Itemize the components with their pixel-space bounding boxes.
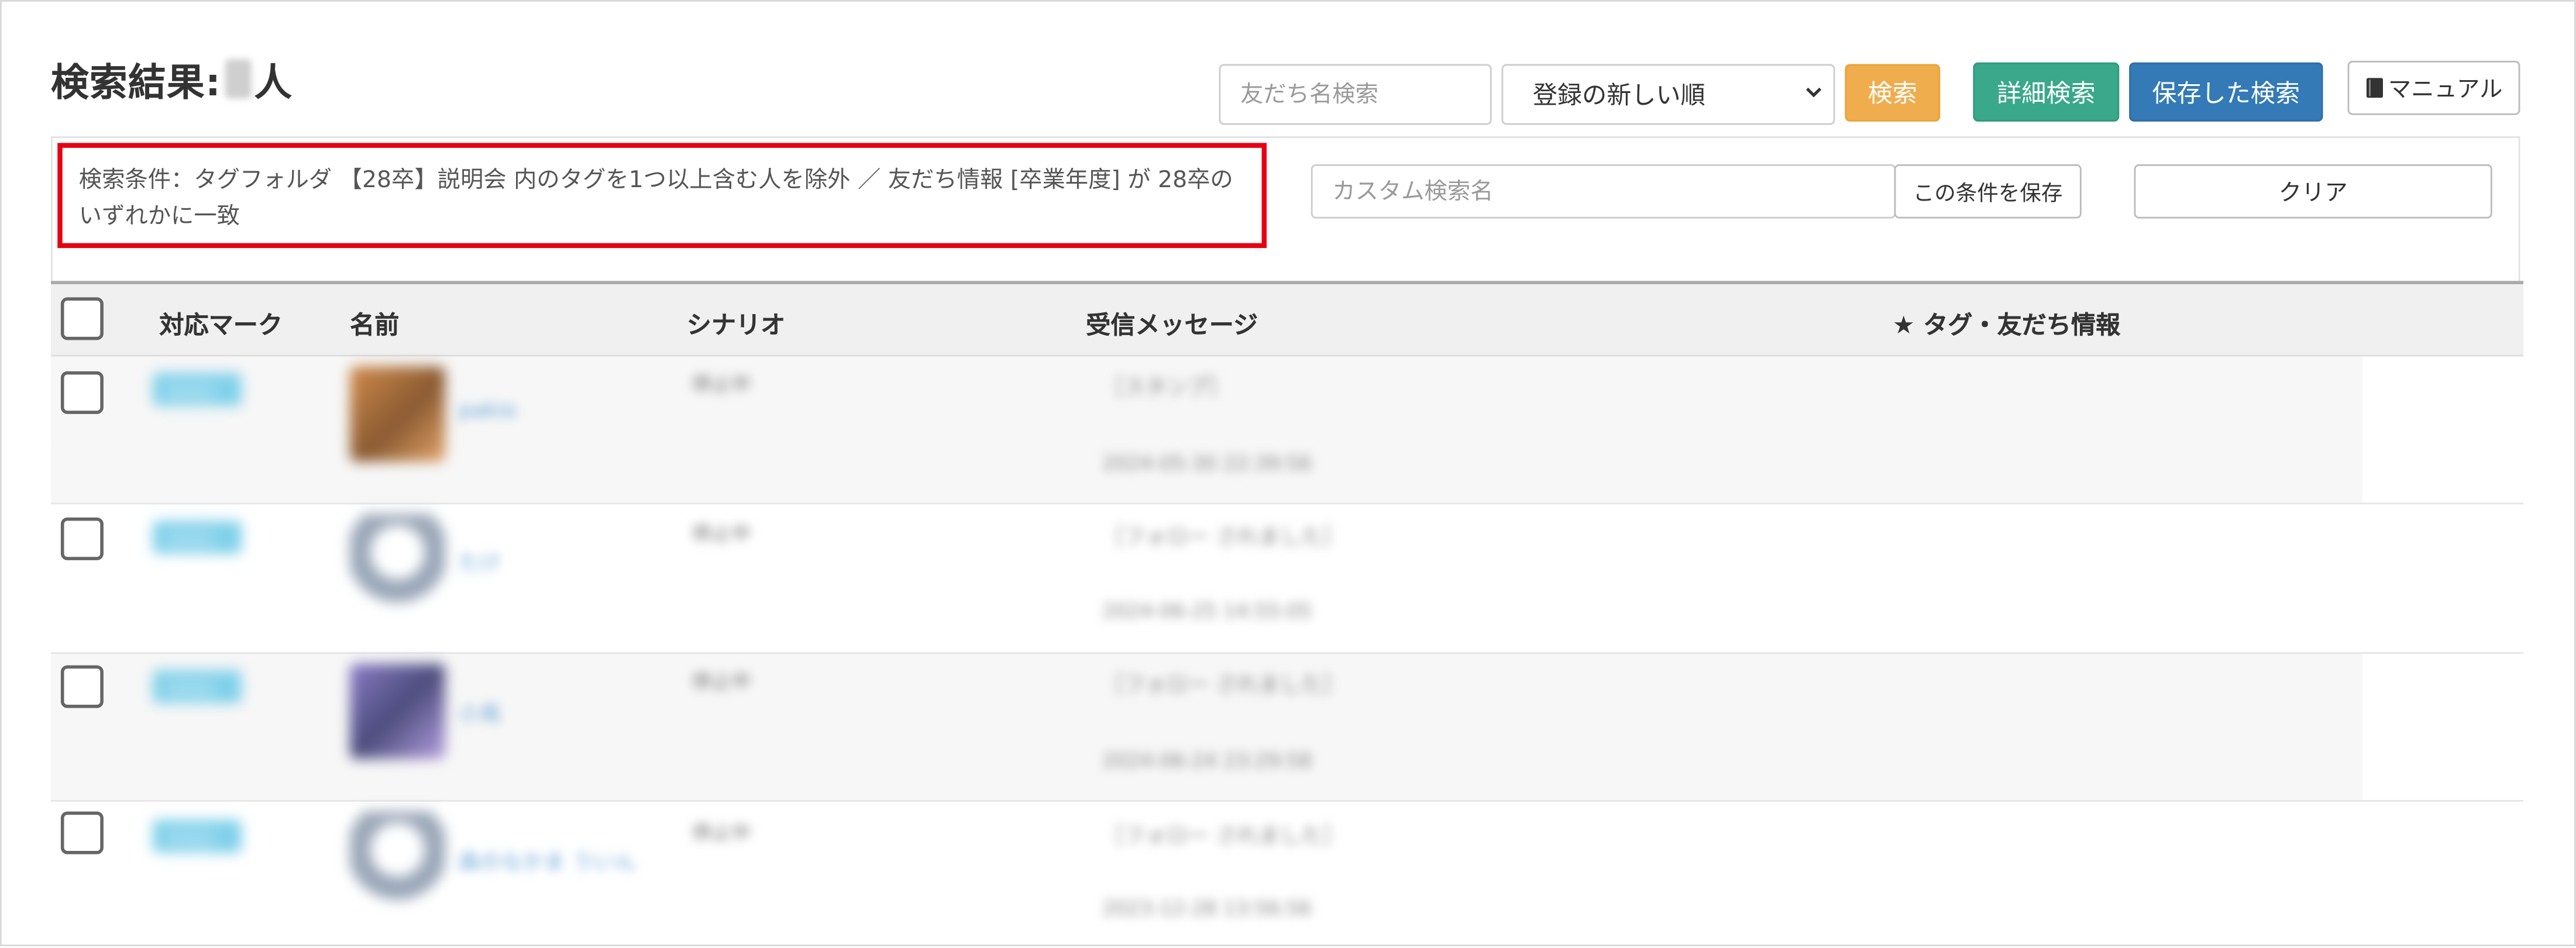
received-message: ［フォロー されました］ bbox=[1102, 673, 1344, 698]
message-timestamp: 2024-06-25 14:55:05 bbox=[1102, 599, 1312, 623]
status-badge[interactable]: 未対応 bbox=[153, 819, 242, 853]
save-condition-button[interactable]: この条件を保存 bbox=[1894, 164, 2082, 219]
table-row[interactable]: 未対応 森のなかま ういん 停止中 ［フォロー されました］ 2023-12-2… bbox=[51, 802, 2523, 948]
message-timestamp: 2024-05-30 22:39:56 bbox=[1102, 451, 1312, 475]
status-badge-label: 未対応 bbox=[166, 532, 215, 551]
avatar bbox=[350, 514, 445, 610]
friend-name-link[interactable]: 森のなかま ういん bbox=[458, 844, 636, 875]
scenario-status: 停止中 bbox=[692, 821, 751, 844]
friend-name-link[interactable]: たけ bbox=[458, 546, 501, 577]
scenario-status: 停止中 bbox=[692, 522, 751, 546]
table-row[interactable]: 未対応 小鳥 停止中 ［フォロー されました］ 2024-06-24 23:29… bbox=[51, 653, 2524, 802]
title-prefix: 検索結果: bbox=[51, 62, 222, 105]
avatar bbox=[350, 366, 445, 462]
saved-search-button[interactable]: 保存した検索 bbox=[2129, 62, 2323, 122]
status-badge-label: 未対応 bbox=[166, 681, 215, 700]
search-condition-highlight: 検索条件：タグフォルダ 【28卒】説明会 内のタグを1つ以上含む人を除外 ／ 友… bbox=[57, 143, 1267, 249]
table-row[interactable]: 未対応 pakio 停止中 ［スタンプ］ 2024-05-30 22:39:56 bbox=[51, 356, 2524, 505]
column-header-tags: ★ タグ・友だち情報 bbox=[1892, 310, 2121, 340]
title-suffix: 人 bbox=[254, 62, 293, 105]
save-condition-button-label: この条件を保存 bbox=[1913, 182, 2063, 207]
received-message: ［スタンプ］ bbox=[1102, 376, 1230, 401]
avatar bbox=[350, 663, 445, 759]
manual-button-label: マニュアル bbox=[2388, 76, 2503, 103]
received-message: ［フォロー されました］ bbox=[1102, 525, 1344, 551]
search-results-page: 検索結果: 人 登録の新しい順 検索 詳細検索 保存した検索 マニュアル 検索条… bbox=[0, 0, 2576, 946]
row-checkbox[interactable] bbox=[60, 811, 104, 854]
clear-button-label: クリア bbox=[2278, 180, 2348, 206]
clear-button[interactable]: クリア bbox=[2134, 164, 2492, 219]
detail-search-button[interactable]: 詳細検索 bbox=[1973, 62, 2120, 122]
select-all-checkbox[interactable] bbox=[60, 297, 104, 340]
chevron-down-icon bbox=[1804, 82, 1824, 106]
book-icon bbox=[2365, 77, 2384, 99]
friend-name-link[interactable]: 小鳥 bbox=[458, 697, 501, 728]
search-button-label: 検索 bbox=[1867, 78, 1917, 109]
page-title: 検索結果: 人 bbox=[51, 51, 293, 107]
friend-name-link[interactable]: pakio bbox=[458, 399, 516, 424]
message-timestamp: 2024-06-24 23:29:58 bbox=[1102, 749, 1312, 773]
status-badge[interactable]: 未対応 bbox=[153, 373, 242, 406]
table-row[interactable]: 未対応 たけ 停止中 ［フォロー されました］ 2024-06-25 14:55… bbox=[51, 506, 2524, 654]
scenario-status: 停止中 bbox=[692, 670, 751, 694]
column-header-mark: 対応マーク bbox=[159, 310, 283, 340]
sort-select-value: 登録の新しい順 bbox=[1532, 80, 1705, 111]
status-badge-label: 未対応 bbox=[166, 831, 215, 850]
search-condition-text: 検索条件：タグフォルダ 【28卒】説明会 内のタグを1つ以上含む人を除外 ／ 友… bbox=[78, 167, 1233, 230]
message-timestamp: 2023-12-28 13:56:56 bbox=[1102, 897, 1312, 921]
status-badge-label: 未対応 bbox=[166, 384, 215, 403]
manual-button[interactable]: マニュアル bbox=[2347, 60, 2520, 115]
sort-select[interactable]: 登録の新しい順 bbox=[1501, 64, 1835, 125]
received-message: ［フォロー されました］ bbox=[1102, 825, 1344, 850]
column-header-scenario: シナリオ bbox=[686, 310, 786, 340]
result-count-redacted bbox=[224, 59, 251, 99]
status-badge[interactable]: 未対応 bbox=[153, 670, 242, 704]
results-table-header: 対応マーク 名前 シナリオ 受信メッセージ ★ タグ・友だち情報 bbox=[51, 281, 2524, 357]
scenario-status: 停止中 bbox=[692, 373, 751, 396]
row-checkbox[interactable] bbox=[60, 665, 104, 708]
avatar bbox=[350, 811, 445, 907]
row-checkbox[interactable] bbox=[60, 517, 104, 560]
status-badge[interactable]: 未対応 bbox=[153, 520, 242, 554]
column-header-name: 名前 bbox=[350, 310, 400, 340]
saved-search-button-label: 保存した検索 bbox=[2152, 78, 2300, 108]
search-button[interactable]: 検索 bbox=[1845, 64, 1941, 122]
detail-search-button-label: 詳細検索 bbox=[1997, 78, 2096, 108]
column-header-message: 受信メッセージ bbox=[1086, 310, 1258, 340]
friend-name-search-input[interactable] bbox=[1219, 64, 1492, 125]
row-checkbox[interactable] bbox=[60, 371, 104, 414]
custom-search-name-input[interactable] bbox=[1311, 164, 1896, 219]
